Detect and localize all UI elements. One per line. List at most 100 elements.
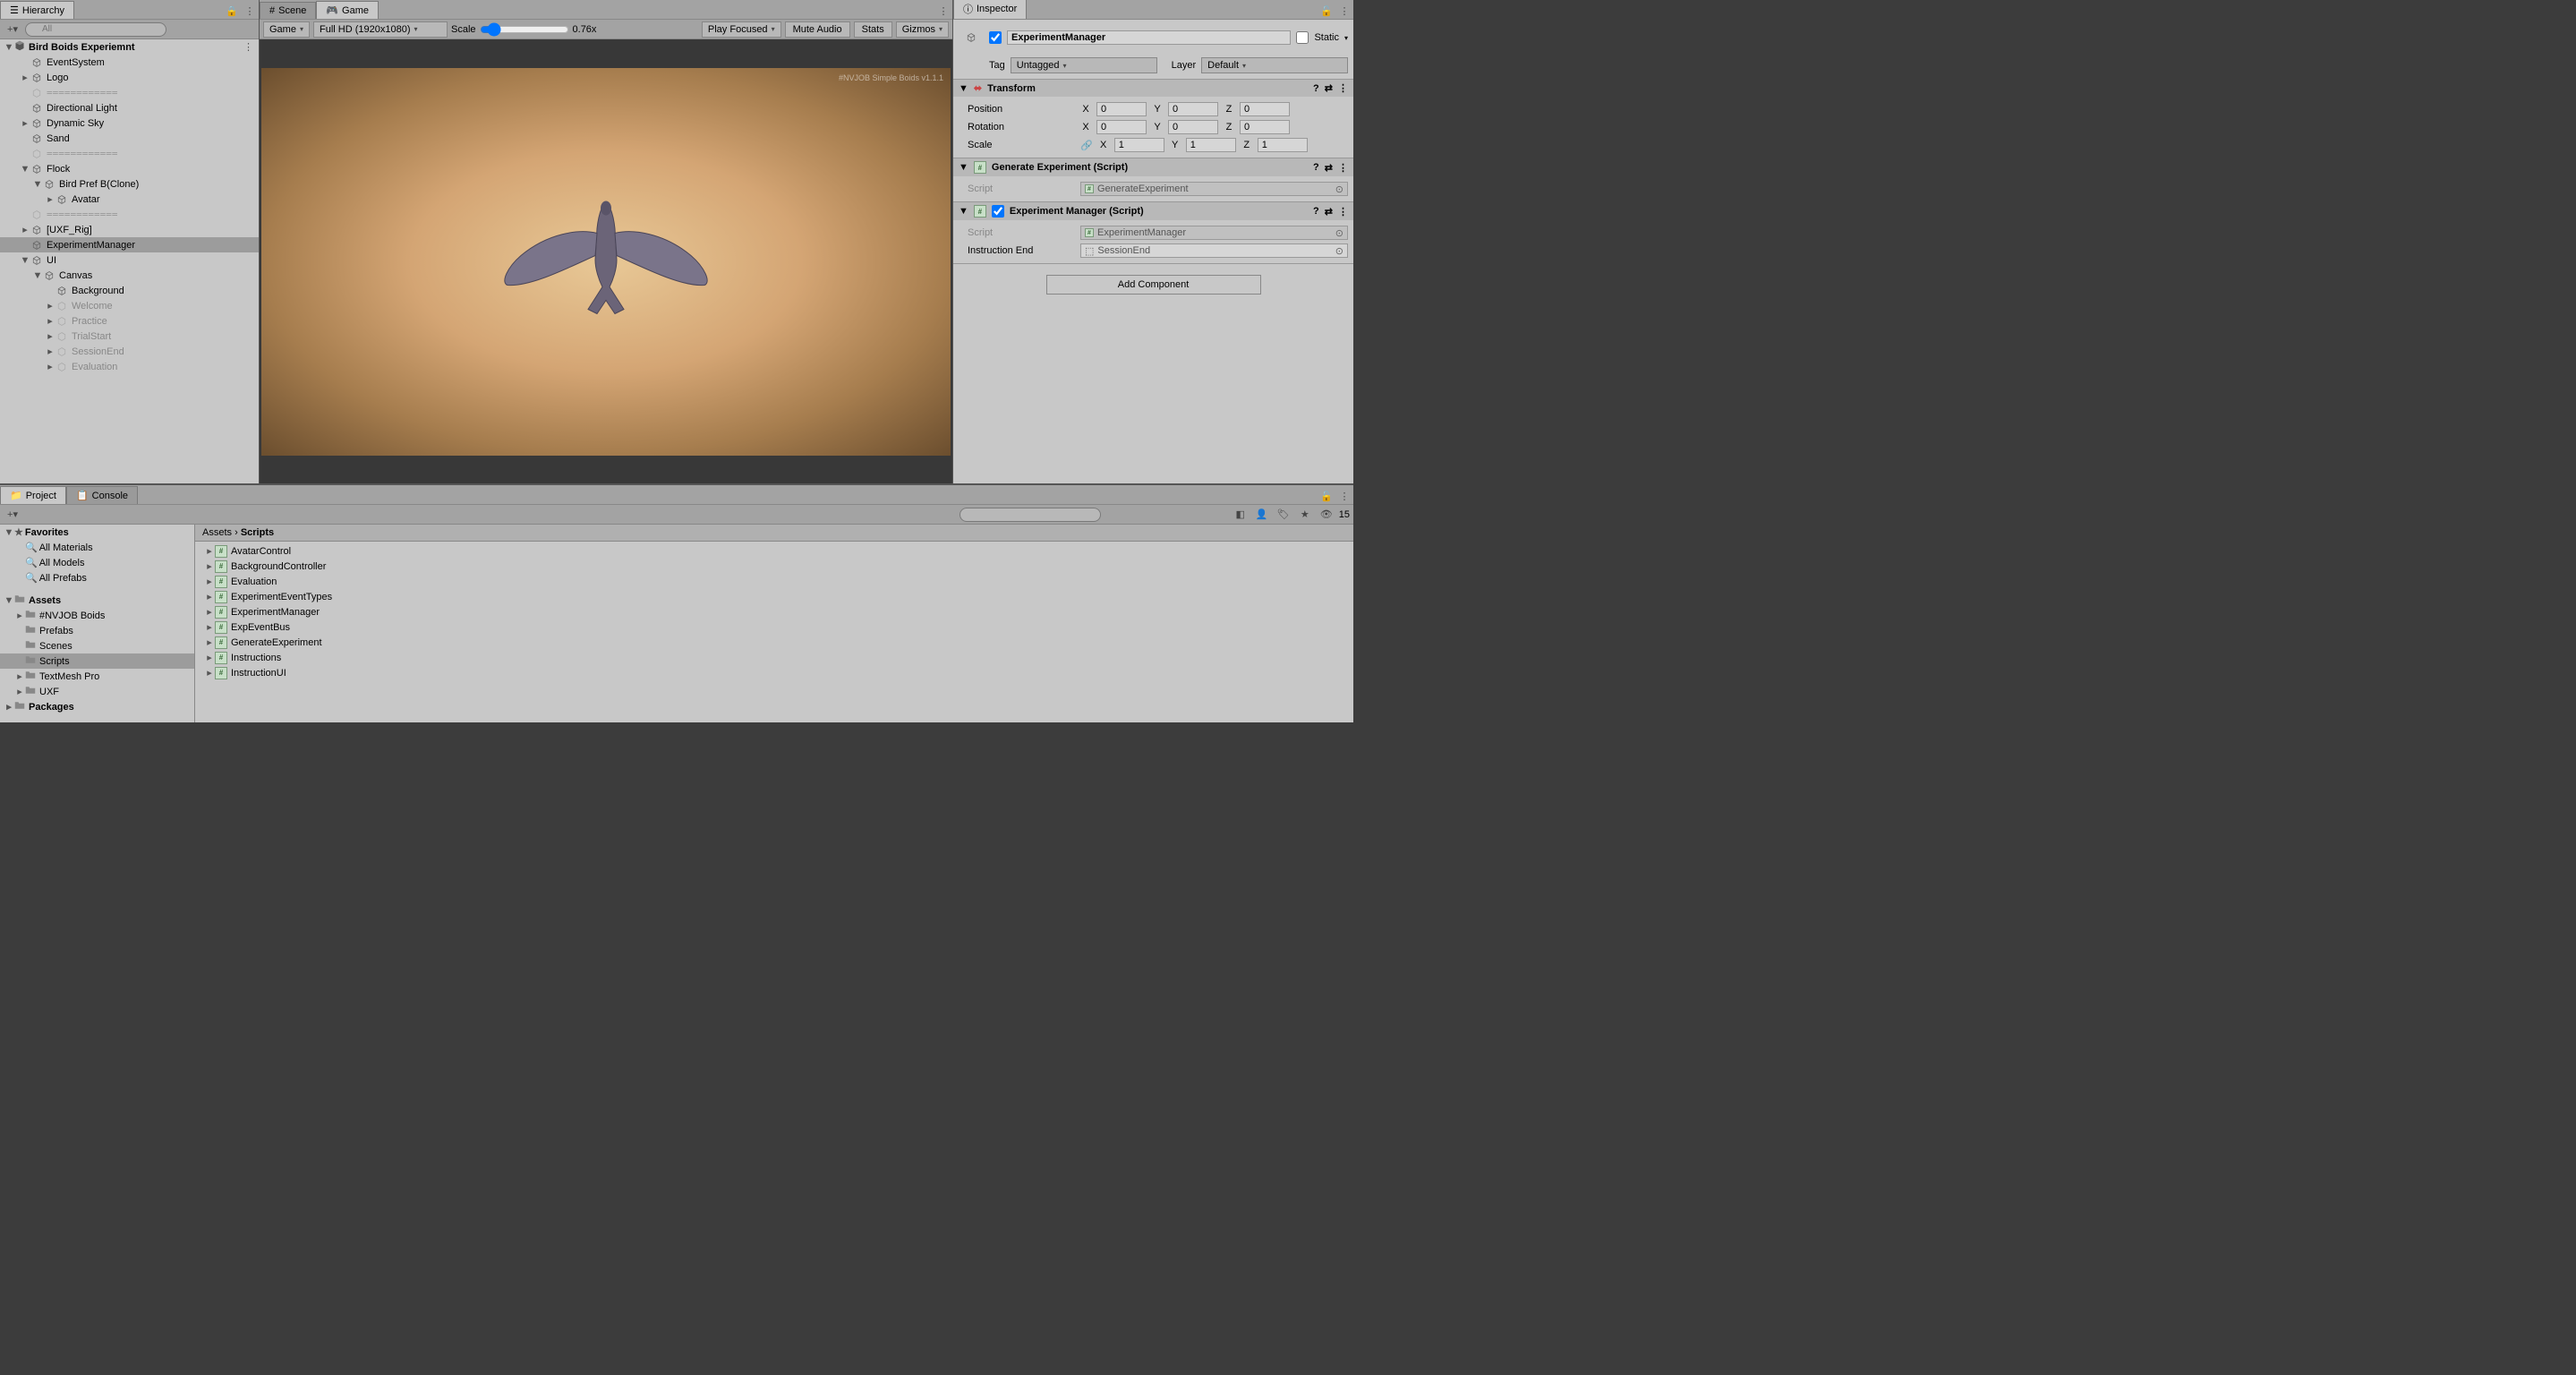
foldout-icon[interactable]: ▸ [45, 193, 55, 205]
component-enabled-checkbox[interactable] [992, 205, 1004, 218]
hierarchy-item-selected[interactable]: ExperimentManager [0, 237, 259, 252]
foldout-icon[interactable]: ▸ [45, 346, 55, 357]
breadcrumb-assets[interactable]: Assets [202, 527, 232, 538]
folder-item[interactable]: Prefabs [0, 623, 194, 638]
add-component-button[interactable]: Add Component [1046, 275, 1261, 295]
scale-z-input[interactable] [1258, 138, 1308, 152]
rotation-z-input[interactable] [1240, 120, 1290, 134]
folder-item[interactable]: ▸UXF [0, 684, 194, 699]
position-y-input[interactable] [1168, 102, 1218, 116]
instruction-end-field[interactable]: ⬚SessionEnd [1080, 243, 1348, 258]
foldout-icon[interactable]: ▸ [45, 315, 55, 327]
hierarchy-item[interactable]: ▸Welcome [0, 298, 259, 313]
position-z-input[interactable] [1240, 102, 1290, 116]
link-icon[interactable]: 🔗 [1080, 140, 1093, 151]
file-item[interactable]: ▸#Instructions [195, 650, 1353, 665]
favorite-icon[interactable]: ★ [1296, 507, 1314, 523]
add-button[interactable]: +▾ [4, 21, 21, 38]
breadcrumb-scripts[interactable]: Scripts [241, 527, 274, 538]
foldout-icon[interactable]: ▼ [32, 270, 43, 281]
layer-dropdown[interactable]: Default [1201, 57, 1348, 73]
hierarchy-item[interactable]: ▸TrialStart [0, 329, 259, 344]
folder-item[interactable]: Scenes [0, 638, 194, 653]
hierarchy-item[interactable]: ============ [0, 207, 259, 222]
foldout-icon[interactable]: ▼ [20, 164, 30, 175]
stats-button[interactable]: Stats [854, 21, 892, 38]
hierarchy-item[interactable]: ▼Bird Pref B(Clone) [0, 176, 259, 192]
scale-y-input[interactable] [1186, 138, 1236, 152]
search-by-type-icon[interactable]: ◧ [1232, 507, 1250, 523]
foldout-icon[interactable]: ▸ [14, 610, 25, 621]
hierarchy-item[interactable]: ▼Flock [0, 161, 259, 176]
resolution-dropdown[interactable]: Full HD (1920x1080) [313, 21, 448, 38]
hierarchy-item[interactable]: ============ [0, 85, 259, 100]
menu-icon[interactable]: ⋮ [1338, 206, 1348, 218]
foldout-icon[interactable]: ▸ [14, 686, 25, 697]
menu-icon[interactable]: ⋮ [241, 3, 259, 19]
hierarchy-item[interactable]: ▸Dynamic Sky [0, 115, 259, 131]
preset-icon[interactable]: ⇄ [1325, 82, 1333, 94]
file-item[interactable]: ▸#ExperimentEventTypes [195, 589, 1353, 604]
menu-icon[interactable]: ⋮ [1335, 488, 1353, 504]
favorites-header[interactable]: ▼★Favorites [0, 525, 194, 540]
foldout-icon[interactable]: ▼ [4, 527, 14, 538]
console-tab[interactable]: 📋Console [66, 486, 138, 504]
inspector-tab[interactable]: ⓘInspector [953, 0, 1027, 19]
foldout-icon[interactable]: ▸ [204, 667, 215, 679]
preset-icon[interactable]: ⇄ [1325, 206, 1333, 218]
tag-dropdown[interactable]: Untagged [1011, 57, 1157, 73]
hierarchy-item[interactable]: ▸Practice [0, 313, 259, 329]
favorite-item[interactable]: 🔍All Models [0, 555, 194, 570]
hierarchy-tab[interactable]: ☰ Hierarchy [0, 1, 74, 19]
file-item[interactable]: ▸#AvatarControl [195, 543, 1353, 559]
help-icon[interactable]: ? [1313, 206, 1319, 217]
foldout-icon[interactable]: ▸ [204, 560, 215, 572]
foldout-icon[interactable]: ▸ [20, 117, 30, 129]
scale-slider[interactable] [480, 22, 569, 37]
rotation-x-input[interactable] [1096, 120, 1147, 134]
add-button[interactable]: +▾ [4, 507, 21, 523]
foldout-icon[interactable]: ▼ [32, 179, 43, 190]
foldout-icon[interactable]: ▸ [204, 576, 215, 587]
search-by-label-icon[interactable]: 👤 [1253, 507, 1271, 523]
project-search-input[interactable] [960, 508, 1101, 522]
file-item[interactable]: ▸#InstructionUI [195, 665, 1353, 680]
static-dropdown-icon[interactable]: ▾ [1344, 34, 1348, 42]
hierarchy-item[interactable]: ▼Canvas [0, 268, 259, 283]
hierarchy-item[interactable]: EventSystem [0, 55, 259, 70]
menu-icon[interactable]: ⋮ [934, 3, 952, 19]
assets-folder[interactable]: ▼Assets [0, 593, 194, 608]
file-item[interactable]: ▸#ExperimentManager [195, 604, 1353, 619]
hierarchy-item[interactable]: ▸Evaluation [0, 359, 259, 374]
foldout-icon[interactable]: ▼ [959, 83, 968, 94]
packages-folder[interactable]: ▸Packages [0, 699, 194, 714]
hierarchy-search-input[interactable] [25, 22, 166, 37]
lock-icon[interactable]: 🔒 [223, 3, 241, 19]
foldout-icon[interactable]: ▸ [204, 545, 215, 557]
foldout-icon[interactable]: ▼ [959, 206, 968, 217]
foldout-icon[interactable]: ▸ [45, 330, 55, 342]
folder-item-selected[interactable]: Scripts [0, 653, 194, 669]
foldout-icon[interactable]: ▼ [20, 255, 30, 266]
hierarchy-item[interactable]: ▼UI [0, 252, 259, 268]
foldout-icon[interactable]: ▸ [204, 621, 215, 633]
help-icon[interactable]: ? [1313, 162, 1319, 173]
hierarchy-item[interactable]: ▸Avatar [0, 192, 259, 207]
preset-icon[interactable]: ⇄ [1325, 162, 1333, 174]
foldout-icon[interactable]: ▸ [45, 361, 55, 372]
foldout-icon[interactable]: ▸ [45, 300, 55, 312]
project-tab[interactable]: 📁Project [0, 486, 66, 504]
hierarchy-item[interactable]: ▸[UXF_Rig] [0, 222, 259, 237]
generate-experiment-header[interactable]: ▼ # Generate Experiment (Script) ? ⇄ ⋮ [953, 158, 1353, 176]
object-name-input[interactable] [1007, 30, 1291, 45]
foldout-icon[interactable]: ▼ [4, 42, 14, 53]
hierarchy-item[interactable]: ============ [0, 146, 259, 161]
file-item[interactable]: ▸#ExpEventBus [195, 619, 1353, 635]
lock-icon[interactable]: 🔓 [1318, 3, 1335, 19]
mute-audio-button[interactable]: Mute Audio [785, 21, 850, 38]
favorite-item[interactable]: 🔍All Materials [0, 540, 194, 555]
static-checkbox[interactable] [1296, 31, 1309, 44]
scale-x-input[interactable] [1114, 138, 1164, 152]
menu-icon[interactable]: ⋮ [1338, 82, 1348, 94]
hierarchy-item[interactable]: Directional Light [0, 100, 259, 115]
